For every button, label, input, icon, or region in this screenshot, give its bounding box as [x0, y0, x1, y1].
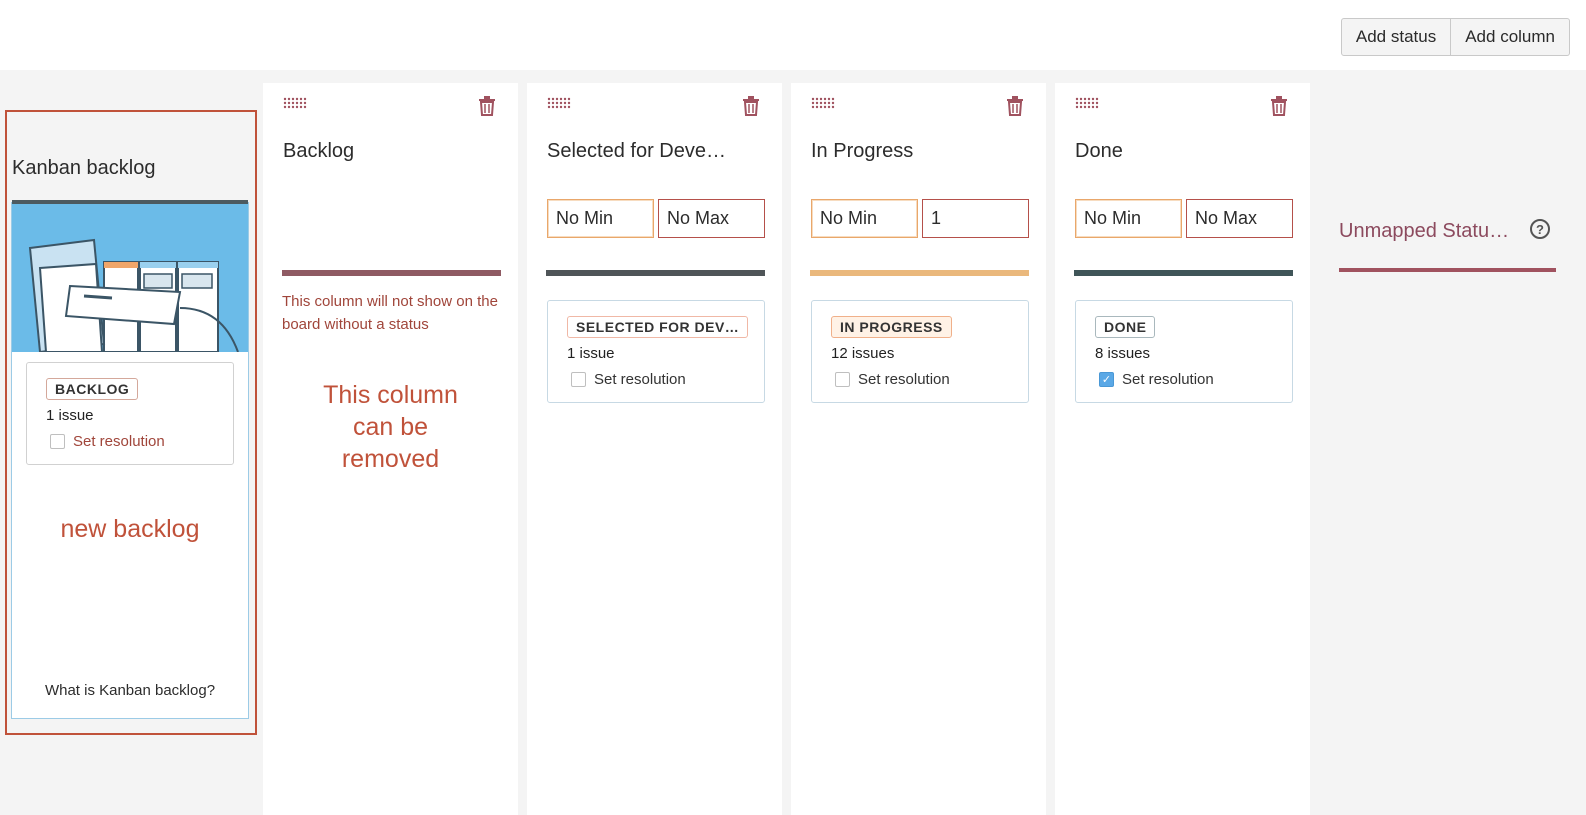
- kanban-backlog-column: Kanban backlog BACKLOG 1 issue Set resol…: [5, 110, 257, 735]
- annotation-line: can be: [352, 413, 429, 441]
- min-limit-input[interactable]: [811, 199, 918, 238]
- set-resolution-label: Set resolution: [73, 433, 165, 450]
- column-done: Done DONE 8 issues ✓ Set resolution: [1055, 83, 1310, 815]
- column-color-bar: [810, 270, 1029, 276]
- kanban-backlog-illustration: [12, 204, 248, 352]
- unmapped-statuses-title: Unmapped Statu…: [1339, 220, 1510, 242]
- status-card[interactable]: DONE 8 issues ✓ Set resolution: [1075, 300, 1293, 403]
- set-resolution-checkbox[interactable]: Set resolution: [50, 433, 165, 450]
- set-resolution-checkbox[interactable]: Set resolution: [571, 371, 686, 388]
- status-lozenge: DONE: [1095, 316, 1156, 338]
- unmapped-bar: [1339, 268, 1556, 272]
- set-resolution-label: Set resolution: [858, 371, 950, 388]
- min-limit-input[interactable]: [547, 199, 654, 238]
- kanban-backlog-help-link[interactable]: What is Kanban backlog?: [12, 682, 248, 699]
- set-resolution-label: Set resolution: [594, 371, 686, 388]
- status-card[interactable]: SELECTED FOR DEV… 1 issue Set resolution: [547, 300, 765, 403]
- trash-icon[interactable]: [1270, 96, 1288, 116]
- drag-handle-icon[interactable]: [283, 97, 307, 109]
- kanban-backlog-title: Kanban backlog: [12, 157, 156, 179]
- toolbar: Add status Add column: [1340, 18, 1570, 56]
- drag-handle-icon[interactable]: [547, 97, 571, 109]
- set-resolution-checkbox[interactable]: ✓ Set resolution: [1099, 371, 1214, 388]
- trash-icon[interactable]: [478, 96, 496, 116]
- issue-count: 8 issues: [1095, 345, 1151, 362]
- set-resolution-label: Set resolution: [1122, 371, 1214, 388]
- column-title[interactable]: In Progress: [811, 140, 913, 163]
- annotation-line: This column: [323, 381, 458, 409]
- checkbox-box[interactable]: [571, 372, 586, 387]
- add-column-button[interactable]: Add column: [1451, 18, 1570, 56]
- issue-count: 12 issues: [831, 345, 895, 362]
- column-title[interactable]: Selected for Deve…: [547, 140, 726, 163]
- drag-handle-icon[interactable]: [811, 97, 835, 109]
- column-warning: This column will not show on the board w…: [282, 293, 498, 333]
- new-backlog-annotation: new backlog: [60, 515, 200, 543]
- kanban-backlog-panel: BACKLOG 1 issue Set resolution new backl…: [11, 200, 249, 719]
- trash-icon[interactable]: [1006, 96, 1024, 116]
- checkbox-box[interactable]: [835, 372, 850, 387]
- column-title[interactable]: Done: [1075, 140, 1123, 163]
- column-color-bar: [1074, 270, 1293, 276]
- issue-count: 1 issue: [46, 407, 94, 424]
- add-status-button[interactable]: Add status: [1340, 18, 1452, 56]
- issue-count: 1 issue: [567, 345, 615, 362]
- status-card[interactable]: IN PROGRESS 12 issues Set resolution: [811, 300, 1029, 403]
- max-limit-input[interactable]: [658, 199, 765, 238]
- column-in-progress: In Progress IN PROGRESS 12 issues Set re…: [791, 83, 1046, 815]
- annotation-line: removed: [341, 445, 440, 473]
- max-limit-input[interactable]: [1186, 199, 1293, 238]
- checkmark-icon[interactable]: ✓: [1099, 372, 1114, 387]
- backlog-status-card[interactable]: BACKLOG 1 issue Set resolution: [26, 362, 234, 465]
- column-color-bar: [282, 270, 501, 276]
- column-title[interactable]: Backlog: [283, 140, 354, 163]
- status-lozenge: BACKLOG: [46, 378, 139, 400]
- min-limit-input[interactable]: [1075, 199, 1182, 238]
- status-lozenge: SELECTED FOR DEV…: [567, 316, 749, 338]
- removable-annotation: This column can be removed: [263, 379, 518, 475]
- column-selected-for-development: Selected for Deve… SELECTED FOR DEV… 1 i…: [527, 83, 782, 815]
- drag-handle-icon[interactable]: [1075, 97, 1099, 109]
- checkbox-box[interactable]: [50, 434, 65, 449]
- set-resolution-checkbox[interactable]: Set resolution: [835, 371, 950, 388]
- max-limit-input[interactable]: [922, 199, 1029, 238]
- column-color-bar: [546, 270, 765, 276]
- help-icon[interactable]: ?: [1530, 219, 1550, 239]
- trash-icon[interactable]: [742, 96, 760, 116]
- column-backlog: Backlog This column will not show on the…: [263, 83, 518, 815]
- status-lozenge: IN PROGRESS: [831, 316, 952, 338]
